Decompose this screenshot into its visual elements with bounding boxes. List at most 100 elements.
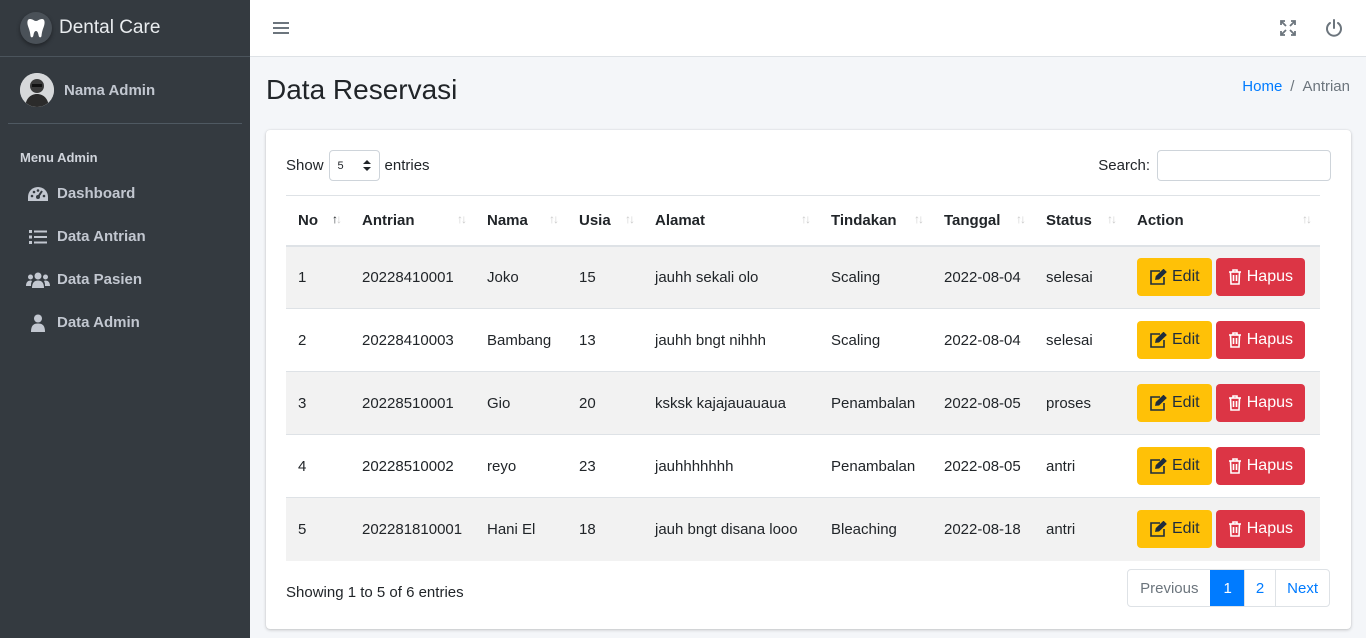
delete-button[interactable]: Hapus <box>1215 321 1305 359</box>
cell-antrian: 20228410001 <box>350 245 475 309</box>
logout-power-icon[interactable] <box>1324 18 1344 38</box>
cell-action: Edit Hapus <box>1125 245 1320 309</box>
sidebar-item-data-antrian[interactable]: Data Antrian <box>0 215 250 258</box>
cell-status: antri <box>1034 434 1125 498</box>
cell-usia: 15 <box>567 245 643 309</box>
pagination-page-2[interactable]: 2 <box>1243 570 1275 606</box>
sort-icon: ↑↓ <box>625 212 635 226</box>
delete-label: Hapus <box>1246 394 1293 411</box>
edit-button[interactable]: Edit <box>1137 258 1212 297</box>
cell-antrian: 20228510001 <box>350 371 475 435</box>
edit-icon <box>1150 395 1167 411</box>
cell-antrian: 202281810001 <box>350 497 475 561</box>
edit-button[interactable]: Edit <box>1137 447 1212 485</box>
sidebar-item-data-admin[interactable]: Data Admin <box>0 301 250 344</box>
column-header-no[interactable]: No ↑↓ <box>286 195 350 247</box>
select-arrows-icon <box>362 160 371 171</box>
delete-button[interactable]: Hapus <box>1215 510 1305 549</box>
pagination-next[interactable]: Next <box>1275 570 1329 606</box>
cell-no: 3 <box>286 371 350 435</box>
delete-button[interactable]: Hapus <box>1215 258 1305 297</box>
column-header-usia[interactable]: Usia ↑↓ <box>567 195 643 247</box>
table-row: 2 20228410003 Bambang 13 jauhh bngt nihhh Sca… <box>286 308 1320 372</box>
sidebar-item-label: Dashboard <box>57 185 136 202</box>
delete-label: Hapus <box>1246 457 1293 474</box>
cell-tanggal: 2022-08-18 <box>932 497 1034 561</box>
trash-icon <box>1228 269 1241 286</box>
cell-action: Edit Hapus <box>1125 434 1320 498</box>
entries-length-select[interactable]: 5 <box>328 150 380 181</box>
cell-tindakan: Penambalan <box>819 371 932 435</box>
cell-status: antri <box>1034 497 1125 561</box>
trash-icon <box>1228 395 1241 411</box>
sort-icon: ↑↓ <box>549 212 559 226</box>
cell-no: 5 <box>286 497 350 561</box>
edit-button[interactable]: Edit <box>1137 321 1212 359</box>
sidebar: Dental Care Nama Admin Menu Admin Dashbo… <box>0 0 250 638</box>
search-input[interactable] <box>1157 150 1331 181</box>
delete-button[interactable]: Hapus <box>1215 447 1305 485</box>
edit-icon <box>1150 269 1167 286</box>
sort-icon: ↑↓ <box>1107 212 1117 226</box>
cell-nama: reyo <box>475 434 567 498</box>
show-label: Show <box>286 157 324 174</box>
cell-usia: 23 <box>567 434 643 498</box>
top-navbar <box>250 0 1366 57</box>
cell-tanggal: 2022-08-04 <box>932 245 1034 309</box>
sidebar-item-data-pasien[interactable]: Data Pasien <box>0 258 250 301</box>
cell-tanggal: 2022-08-05 <box>932 434 1034 498</box>
table-info: Showing 1 to 5 of 6 entries <box>286 584 464 601</box>
edit-icon <box>1150 332 1167 348</box>
table-row: 5 202281810001 Hani El 18 jauh bngt disana l… <box>286 497 1320 561</box>
column-header-tindakan[interactable]: Tindakan ↑↓ <box>819 195 932 247</box>
cell-tindakan: Scaling <box>819 245 932 309</box>
cell-tindakan: Penambalan <box>819 434 932 498</box>
edit-icon <box>1150 458 1167 474</box>
column-header-status[interactable]: Status ↑↓ <box>1034 195 1125 247</box>
cell-status: selesai <box>1034 308 1125 372</box>
delete-button[interactable]: Hapus <box>1215 384 1305 422</box>
edit-label: Edit <box>1172 457 1200 474</box>
pagination-page-1[interactable]: 1 <box>1210 570 1244 606</box>
menu-toggle-icon[interactable] <box>273 20 289 36</box>
reservation-card: Show 5 entries Search: No ↑↓ Antrian ↑↓ Na… <box>266 130 1351 629</box>
edit-button[interactable]: Edit <box>1137 510 1212 549</box>
sort-icon: ↑↓ <box>914 212 924 226</box>
page-title: Data Reservasi <box>266 74 458 105</box>
edit-button[interactable]: Edit <box>1137 384 1212 422</box>
sort-icon: ↑↓ <box>801 212 811 226</box>
column-header-antrian[interactable]: Antrian ↑↓ <box>350 195 475 247</box>
avatar <box>20 73 54 107</box>
cell-action: Edit Hapus <box>1125 308 1320 372</box>
pagination: Previous 1 2 Next <box>1127 569 1330 607</box>
fullscreen-icon[interactable] <box>1279 19 1297 37</box>
user-panel[interactable]: Nama Admin <box>8 57 242 124</box>
entries-length-control: Show 5 entries <box>286 150 430 181</box>
table-row: 3 20228510001 Gio 20 ksksk kajajauauaua Penam… <box>286 371 1320 435</box>
brand-link[interactable]: Dental Care <box>0 0 250 57</box>
sort-icon: ↑↓ <box>1016 212 1026 226</box>
table-row: 4 20228510002 reyo 23 jauhhhhhhh Penambalan 20… <box>286 434 1320 498</box>
brand-name: Dental Care <box>59 17 161 38</box>
column-header-action[interactable]: Action ↑↓ <box>1125 195 1320 247</box>
search-label: Search: <box>1098 157 1150 174</box>
column-header-nama[interactable]: Nama ↑↓ <box>475 195 567 247</box>
entries-label: entries <box>384 157 430 174</box>
nav-header: Menu Admin <box>20 150 98 165</box>
pagination-previous[interactable]: Previous <box>1128 570 1210 606</box>
delete-label: Hapus <box>1246 520 1293 538</box>
edit-label: Edit <box>1172 394 1200 411</box>
cell-status: selesai <box>1034 245 1125 309</box>
sidebar-item-dashboard[interactable]: Dashboard <box>0 172 250 215</box>
dashboard-icon <box>26 184 50 204</box>
cell-no: 1 <box>286 245 350 309</box>
cell-action: Edit Hapus <box>1125 371 1320 435</box>
column-header-tanggal[interactable]: Tanggal ↑↓ <box>932 195 1034 247</box>
breadcrumb-separator: / <box>1290 78 1295 95</box>
cell-nama: Joko <box>475 245 567 309</box>
breadcrumb-home-link[interactable]: Home <box>1242 78 1282 95</box>
cell-action: Edit Hapus <box>1125 497 1320 561</box>
cell-nama: Hani El <box>475 497 567 561</box>
cell-tanggal: 2022-08-05 <box>932 371 1034 435</box>
column-header-alamat[interactable]: Alamat ↑↓ <box>643 195 819 247</box>
